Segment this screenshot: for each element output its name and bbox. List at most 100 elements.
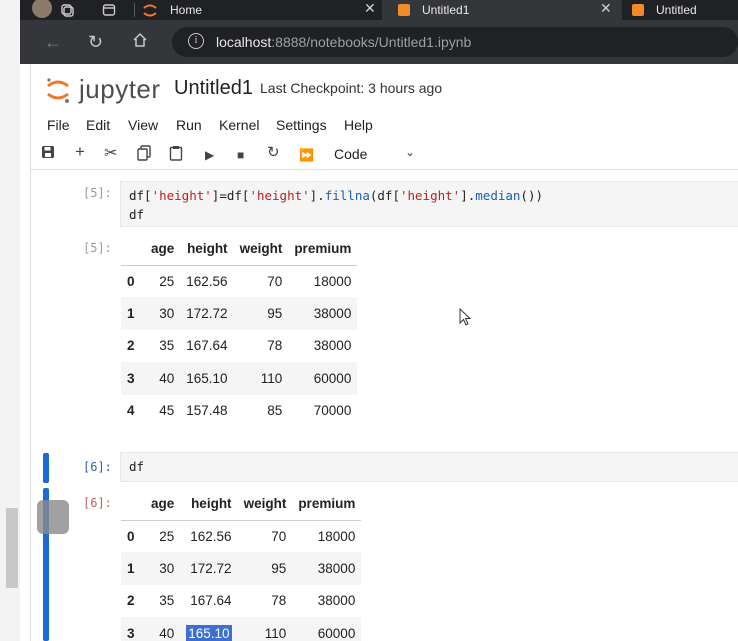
code-input[interactable]: df['height']=df['height'].fillna(df['hei… bbox=[120, 181, 738, 227]
stop-icon[interactable]: ■ bbox=[237, 146, 244, 164]
table-row: 0 25 162.56 70 18000 bbox=[121, 520, 361, 552]
save-icon[interactable] bbox=[41, 145, 55, 163]
notebook-title[interactable]: Untitled1 bbox=[174, 77, 253, 100]
menu-run[interactable]: Run bbox=[176, 117, 202, 133]
tab-untitled[interactable]: Untitled bbox=[622, 0, 738, 20]
col-header: height bbox=[180, 488, 238, 521]
jupyter-tab-icon bbox=[143, 4, 157, 17]
col-header: weight bbox=[233, 233, 289, 266]
col-header: premium bbox=[288, 233, 358, 266]
cell-weight: 95 bbox=[233, 297, 289, 330]
menu-kernel[interactable]: Kernel bbox=[219, 117, 259, 133]
cell-height: 165.10 bbox=[180, 362, 234, 395]
table-row: 2 35 167.64 78 38000 bbox=[121, 585, 361, 617]
table-row: 1 30 172.72 95 38000 bbox=[121, 297, 358, 330]
address-bar: ← ↻ i localhost:8888/notebooks/Untitled1… bbox=[20, 20, 738, 64]
table-header-row: age height weight premium bbox=[121, 233, 358, 266]
table-row: 2 35 167.64 78 38000 bbox=[121, 330, 357, 362]
notebook-tab-icon bbox=[398, 4, 410, 16]
row-index: 4 bbox=[127, 403, 135, 419]
menu-help[interactable]: Help bbox=[344, 117, 373, 133]
menu-view[interactable]: View bbox=[128, 117, 158, 133]
tab-home[interactable]: Home ✕ bbox=[142, 0, 382, 20]
code-line: df bbox=[129, 459, 145, 474]
restart-icon[interactable]: ↻ bbox=[267, 144, 280, 162]
table-row: 4 45 157.48 85 70000 bbox=[121, 395, 357, 427]
copy-icon[interactable] bbox=[137, 145, 151, 165]
cell-height: 162.56 bbox=[186, 273, 228, 289]
close-tab-icon[interactable]: ✕ bbox=[600, 0, 612, 17]
url-field[interactable]: i localhost:8888/notebooks/Untitled1.ipy… bbox=[172, 27, 738, 57]
row-index: 2 bbox=[127, 338, 135, 354]
cut-icon[interactable]: ✂ bbox=[104, 145, 117, 163]
cell-weight: 70 bbox=[267, 273, 283, 289]
profile-avatar[interactable] bbox=[32, 0, 52, 18]
row-index: 3 bbox=[121, 617, 145, 641]
selected-text[interactable]: 165.10 bbox=[186, 624, 232, 641]
cell-height: 172.72 bbox=[180, 297, 234, 330]
cell-height: 172.72 bbox=[180, 552, 238, 585]
cell-weight: 85 bbox=[267, 403, 283, 419]
cell-type-select[interactable]: Code bbox=[334, 146, 367, 162]
jupyter-logo[interactable]: jupyter bbox=[45, 74, 161, 105]
paste-icon[interactable] bbox=[169, 145, 183, 165]
tab-actions-icon[interactable] bbox=[102, 0, 116, 20]
input-prompt: [5]: bbox=[83, 186, 112, 200]
close-tab-icon[interactable]: ✕ bbox=[364, 0, 376, 17]
menu-settings[interactable]: Settings bbox=[276, 117, 327, 133]
home-icon[interactable] bbox=[132, 32, 148, 52]
back-arrow-icon[interactable]: ← bbox=[44, 32, 62, 52]
cell-weight: 95 bbox=[237, 552, 293, 585]
drag-handle[interactable] bbox=[37, 500, 69, 534]
dataframe-output: age height weight premium 0 25 162.56 70… bbox=[121, 488, 362, 641]
row-index: 0 bbox=[127, 273, 135, 289]
reload-icon[interactable]: ↻ bbox=[88, 32, 103, 52]
workspaces-icon[interactable] bbox=[60, 0, 74, 20]
col-header: weight bbox=[237, 488, 293, 521]
left-scrollbar[interactable] bbox=[6, 508, 18, 588]
cell-age: 35 bbox=[159, 338, 175, 354]
cell-weight: 78 bbox=[267, 338, 283, 354]
row-index: 0 bbox=[127, 528, 135, 544]
tab-divider bbox=[134, 3, 135, 17]
cell-height[interactable]: 165.10 bbox=[180, 617, 238, 641]
url-text: localhost:8888/notebooks/Untitled1.ipynb bbox=[216, 34, 471, 50]
col-header: age bbox=[145, 488, 181, 521]
output-prompt: [6]: bbox=[83, 496, 112, 510]
fast-forward-icon[interactable]: ⏩ bbox=[299, 146, 314, 164]
row-index: 1 bbox=[121, 297, 145, 330]
cell-height: 167.64 bbox=[190, 593, 232, 609]
run-icon[interactable]: ▶ bbox=[205, 146, 214, 164]
cell-premium: 70000 bbox=[313, 403, 352, 419]
code-line: df['height']=df['height'].fillna(df['hei… bbox=[129, 188, 543, 203]
browser-tab-bar: Home ✕ Untitled1 ✕ Untitled bbox=[20, 0, 738, 20]
cell-premium: 38000 bbox=[317, 593, 356, 609]
code-input[interactable]: df bbox=[120, 452, 738, 482]
tab-untitled1[interactable]: Untitled1 ✕ bbox=[382, 0, 622, 20]
cell-weight: 110 bbox=[237, 617, 293, 641]
tab-label: Untitled1 bbox=[422, 3, 470, 17]
notebook-tab-icon bbox=[632, 4, 644, 16]
notebook-toolbar: + ✂ ▶ ■ ↻ ⏩ Code ⌄ bbox=[31, 140, 738, 170]
cell-age: 35 bbox=[159, 593, 175, 609]
menu-file[interactable]: File bbox=[47, 117, 70, 133]
chevron-down-icon[interactable]: ⌄ bbox=[405, 145, 415, 159]
table-row: 3 40 165.10 110 60000 bbox=[121, 617, 362, 641]
output-prompt: [5]: bbox=[83, 241, 112, 255]
table-row: 0 25 162.56 70 18000 bbox=[121, 265, 357, 297]
site-info-icon[interactable]: i bbox=[188, 33, 204, 49]
jupyter-wordmark: jupyter bbox=[79, 74, 161, 104]
jupyter-app: jupyter Untitled1 Last Checkpoint: 3 hou… bbox=[30, 64, 738, 641]
code-line: df bbox=[129, 207, 145, 222]
cell-premium: 38000 bbox=[313, 338, 352, 354]
table-row: 3 40 165.10 110 60000 bbox=[121, 362, 358, 395]
cell-premium: 18000 bbox=[317, 528, 356, 544]
tab-label: Home bbox=[170, 3, 203, 17]
cell-age: 40 bbox=[145, 617, 181, 641]
cell-premium: 60000 bbox=[292, 617, 362, 641]
cell-age: 45 bbox=[159, 403, 175, 419]
add-cell-icon[interactable]: + bbox=[75, 143, 85, 161]
menu-edit[interactable]: Edit bbox=[86, 117, 110, 133]
cell-premium: 38000 bbox=[288, 297, 358, 330]
cell-premium: 60000 bbox=[288, 362, 358, 395]
